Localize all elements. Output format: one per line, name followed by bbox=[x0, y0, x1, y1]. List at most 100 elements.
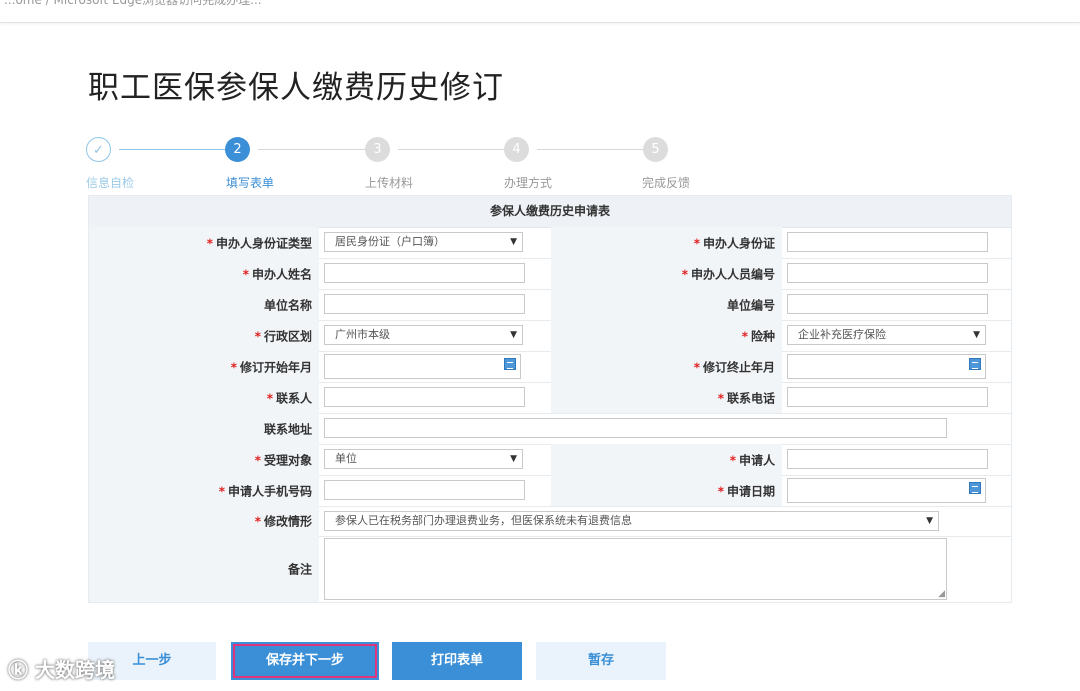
applicant-input[interactable] bbox=[787, 449, 988, 469]
form-row-remark: 备注 ◢ bbox=[89, 536, 1011, 602]
apply-date-input[interactable] bbox=[787, 478, 986, 503]
form-row-target: * 受理对象 单位 ▼ * 申请人 bbox=[89, 444, 1011, 476]
form-row-period: * 修订开始年月 * 修订终止年月 bbox=[89, 351, 1011, 383]
contact-phone-input[interactable] bbox=[787, 387, 988, 407]
name-label: * 申办人姓名 bbox=[89, 258, 319, 289]
target-value: 单位 bbox=[335, 452, 357, 465]
browser-notice-bar: ...ome / Microsoft Edge浏览器访问完成办理... bbox=[0, 0, 1080, 23]
required-mark: * bbox=[717, 484, 724, 498]
resize-grip-icon[interactable]: ◢ bbox=[938, 590, 945, 599]
id-type-label-text: 申办人身份证类型 bbox=[215, 236, 312, 250]
chevron-down-icon: ▼ bbox=[973, 330, 980, 340]
required-mark: * bbox=[266, 391, 273, 405]
apply-date-label-text: 申请日期 bbox=[726, 484, 775, 498]
end-month-date-input[interactable] bbox=[787, 354, 986, 379]
form-row-name: * 申办人姓名 * 申办人人员编号 bbox=[89, 258, 1011, 290]
unit-no-input[interactable] bbox=[787, 294, 988, 314]
step-2-circle: 2 bbox=[225, 137, 250, 162]
region-label-text: 行政区划 bbox=[263, 329, 312, 343]
step-connector-3 bbox=[398, 149, 506, 150]
target-label-text: 受理对象 bbox=[263, 453, 312, 467]
required-mark: * bbox=[254, 329, 261, 343]
address-input[interactable] bbox=[324, 418, 947, 438]
calendar-icon[interactable] bbox=[969, 358, 981, 370]
start-month-date-input[interactable] bbox=[324, 354, 521, 379]
id-type-value: 居民身份证（户口簿） bbox=[335, 235, 445, 248]
form-row-id: * 申办人身份证类型 居民身份证（户口簿） ▼ * 申办人身份证 bbox=[89, 227, 1011, 259]
name-label-text: 申办人姓名 bbox=[251, 267, 312, 281]
remark-label: 备注 bbox=[89, 536, 319, 602]
watermark-logo: ⓚ 大数跨境 bbox=[8, 654, 115, 683]
chevron-down-icon: ▼ bbox=[926, 516, 933, 526]
id-type-select[interactable]: 居民身份证（户口簿） ▼ bbox=[324, 232, 523, 252]
applicant-mobile-label-text: 申请人手机号码 bbox=[227, 484, 312, 498]
step-3-label: 上传材料 bbox=[365, 176, 414, 190]
form-row-mobile: * 申请人手机号码 * 申请日期 bbox=[89, 475, 1011, 507]
temp-save-button[interactable]: 暂存 bbox=[536, 642, 666, 680]
chevron-down-icon: ▼ bbox=[510, 330, 517, 340]
required-mark: * bbox=[729, 453, 736, 467]
step-1-check-icon: ✓ bbox=[86, 137, 111, 162]
unit-name-label: 单位名称 bbox=[89, 289, 319, 320]
person-no-label: * 申办人人员编号 bbox=[551, 258, 782, 289]
chevron-down-icon: ▼ bbox=[510, 454, 517, 464]
progress-steps: ✓ 2 3 4 5 信息自检 填写表单 上传材料 办理方式 完成反馈 bbox=[86, 137, 806, 197]
person-no-input[interactable] bbox=[787, 263, 988, 283]
end-month-label-text: 修订终止年月 bbox=[702, 360, 775, 374]
form-title: 参保人缴费历史申请表 bbox=[89, 196, 1011, 228]
contact-phone-label: * 联系电话 bbox=[551, 382, 782, 413]
region-label: * 行政区划 bbox=[89, 320, 319, 351]
situation-label: * 修改情形 bbox=[89, 506, 319, 536]
insurance-type-label-text: 险种 bbox=[750, 329, 775, 343]
step-5-circle: 5 bbox=[643, 137, 668, 162]
required-mark: * bbox=[717, 391, 724, 405]
watermark-text: 大数跨境 bbox=[34, 658, 115, 682]
chevron-down-icon: ▼ bbox=[510, 237, 517, 247]
contact-input[interactable] bbox=[324, 387, 525, 407]
apply-date-label: * 申请日期 bbox=[551, 475, 782, 506]
save-next-button[interactable]: 保存并下一步 bbox=[231, 642, 379, 680]
name-input[interactable] bbox=[324, 263, 525, 283]
applicant-label: * 申请人 bbox=[551, 444, 782, 475]
target-select[interactable]: 单位 ▼ bbox=[324, 449, 523, 469]
unit-no-label-text: 单位编号 bbox=[726, 298, 775, 312]
step-3-circle: 3 bbox=[365, 137, 390, 162]
calendar-icon[interactable] bbox=[969, 482, 981, 494]
id-number-input[interactable] bbox=[787, 232, 988, 252]
step-4-circle: 4 bbox=[504, 137, 529, 162]
unit-name-label-text: 单位名称 bbox=[263, 298, 312, 312]
step-connector-1 bbox=[119, 149, 227, 150]
page-title: 职工医保参保人缴费历史修订 bbox=[88, 70, 504, 106]
situation-value: 参保人已在税务部门办理退费业务，但医保系统未有退费信息 bbox=[335, 514, 632, 527]
form-row-contact: * 联系人 * 联系电话 bbox=[89, 382, 1011, 414]
step-connector-2 bbox=[258, 149, 366, 150]
region-select[interactable]: 广州市本级 ▼ bbox=[324, 325, 523, 345]
contact-label-text: 联系人 bbox=[275, 391, 312, 405]
applicant-mobile-input[interactable] bbox=[324, 480, 525, 500]
unit-no-label: 单位编号 bbox=[551, 289, 782, 320]
id-number-label: * 申办人身份证 bbox=[551, 227, 782, 258]
required-mark: * bbox=[693, 360, 700, 374]
required-mark: * bbox=[254, 514, 261, 529]
insurance-type-select[interactable]: 企业补充医疗保险 ▼ bbox=[787, 325, 986, 345]
browser-notice-text: ...ome / Microsoft Edge浏览器访问完成办理... bbox=[4, 0, 262, 7]
region-value: 广州市本级 bbox=[335, 328, 390, 341]
watermark-icon: ⓚ bbox=[8, 658, 28, 682]
form-row-address: 联系地址 bbox=[89, 413, 1011, 445]
remark-label-text: 备注 bbox=[287, 562, 312, 577]
situation-select[interactable]: 参保人已在税务部门办理退费业务，但医保系统未有退费信息 ▼ bbox=[324, 511, 939, 531]
step-connector-4 bbox=[537, 149, 645, 150]
application-form: 参保人缴费历史申请表 * 申办人身份证类型 居民身份证（户口簿） ▼ * 申办人身份证… bbox=[88, 195, 1012, 603]
remark-textarea[interactable]: ◢ bbox=[324, 538, 947, 600]
unit-name-input[interactable] bbox=[324, 294, 525, 314]
contact-phone-label-text: 联系电话 bbox=[726, 391, 775, 405]
target-label: * 受理对象 bbox=[89, 444, 319, 475]
step-2-label: 填写表单 bbox=[226, 176, 275, 190]
print-form-button[interactable]: 打印表单 bbox=[392, 642, 522, 680]
step-4-label: 办理方式 bbox=[504, 176, 553, 190]
calendar-icon[interactable] bbox=[504, 358, 516, 370]
step-1-label: 信息自检 bbox=[86, 176, 135, 190]
address-label-text: 联系地址 bbox=[263, 422, 312, 436]
applicant-mobile-label: * 申请人手机号码 bbox=[89, 475, 319, 506]
insurance-type-value: 企业补充医疗保险 bbox=[798, 328, 886, 341]
